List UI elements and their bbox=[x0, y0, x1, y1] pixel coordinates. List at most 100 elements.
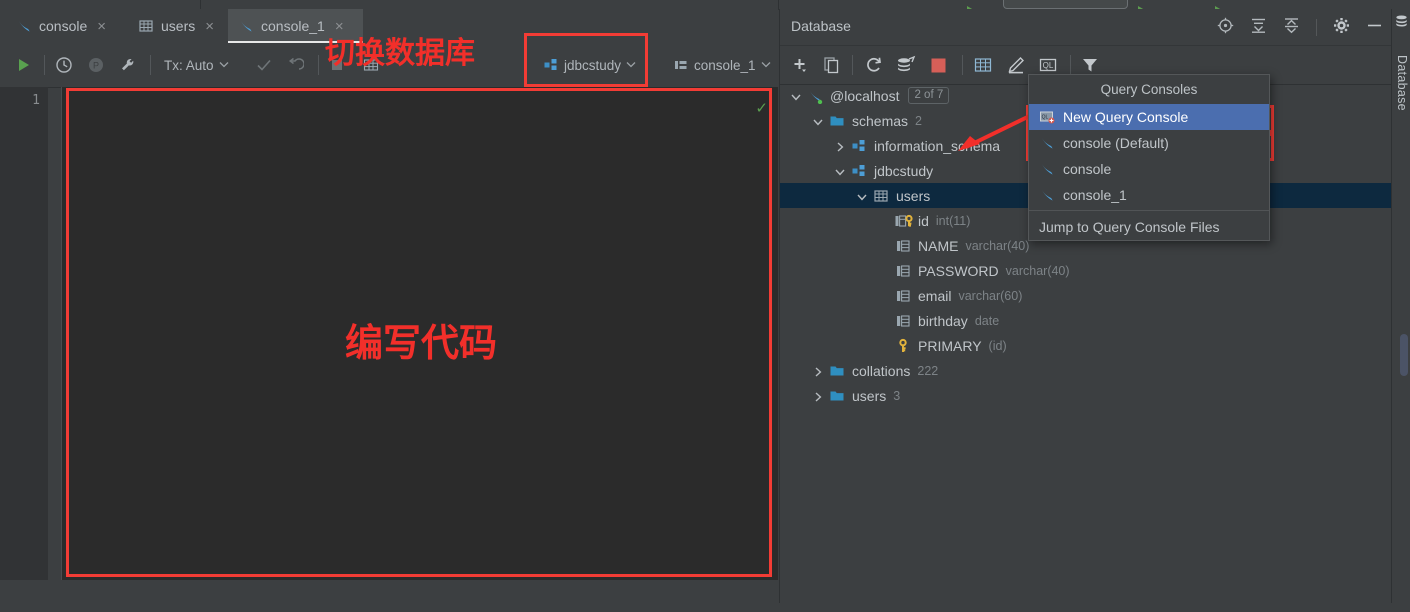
editor-tab-console[interactable]: console × bbox=[6, 9, 123, 43]
run-button[interactable] bbox=[13, 53, 33, 77]
divider bbox=[318, 55, 319, 75]
svg-text:QL: QL bbox=[1043, 61, 1054, 70]
divider bbox=[852, 55, 853, 75]
filter-icon[interactable] bbox=[1080, 54, 1100, 76]
tree-row-label: id bbox=[918, 212, 929, 229]
tree-row[interactable]: email varchar(60) bbox=[780, 283, 1393, 308]
add-icon[interactable] bbox=[790, 54, 810, 76]
switch-database-label: 切换数据库 bbox=[325, 36, 475, 71]
query-console-icon bbox=[1039, 135, 1055, 151]
tree-row-label: schemas bbox=[852, 112, 909, 129]
tab-label: users bbox=[161, 18, 196, 34]
hide-icon[interactable] bbox=[1366, 17, 1383, 37]
primary-column-icon bbox=[895, 213, 913, 229]
editor-tab-users[interactable]: users × bbox=[128, 9, 225, 43]
tree-row-meta: varchar(40) bbox=[965, 238, 1030, 253]
menu-item-console-1[interactable]: console_1 bbox=[1029, 182, 1269, 208]
tab-label: console bbox=[39, 18, 88, 34]
tree-row-label: information_schema bbox=[874, 137, 1001, 154]
menu-divider bbox=[1029, 210, 1269, 211]
top-search-field[interactable] bbox=[1003, 0, 1128, 9]
tree-row-label: collations bbox=[852, 362, 911, 379]
right-tool-window-label[interactable]: Database bbox=[1393, 55, 1409, 111]
schema-selector-label: jdbcstudy bbox=[564, 57, 622, 73]
vertical-scrollbar-thumb[interactable] bbox=[1400, 334, 1408, 376]
chevron-right-icon[interactable] bbox=[812, 390, 824, 402]
tree-row[interactable]: PASSWORD varchar(40) bbox=[780, 258, 1393, 283]
chevron-down-icon[interactable] bbox=[812, 115, 824, 127]
history-button[interactable] bbox=[54, 53, 74, 77]
inspection-ok-icon[interactable]: ✓ bbox=[755, 99, 768, 117]
console-file-icon bbox=[673, 57, 689, 73]
chevron-right-icon[interactable] bbox=[812, 365, 824, 377]
expand-all-icon[interactable] bbox=[1250, 17, 1267, 37]
data-source-properties-button[interactable] bbox=[118, 53, 138, 77]
console-selector-dropdown[interactable]: console_1 bbox=[673, 53, 771, 77]
tree-row-meta: date bbox=[974, 313, 1000, 328]
menu-item-label: Jump to Query Console Files bbox=[1039, 218, 1220, 235]
tree-row-label: @localhost bbox=[830, 87, 900, 104]
folder-icon bbox=[829, 113, 845, 129]
ide-window: console × users × console_1 × P Tx: Auto… bbox=[0, 0, 1410, 612]
divider bbox=[44, 55, 45, 75]
tab-close-icon[interactable]: × bbox=[205, 19, 214, 34]
query-console-icon[interactable]: QL bbox=[1038, 54, 1058, 76]
column-icon bbox=[895, 313, 911, 329]
tx-mode-dropdown[interactable]: Tx: Auto bbox=[164, 53, 229, 77]
tree-row[interactable]: collations 222 bbox=[780, 358, 1393, 383]
settings-gear-icon[interactable] bbox=[1333, 17, 1350, 37]
popup-title: Query Consoles bbox=[1100, 82, 1198, 97]
menu-item-new-query-console[interactable]: QL New Query Console bbox=[1029, 104, 1269, 130]
tree-row-label: NAME bbox=[918, 237, 959, 254]
editor-gutter: 1 bbox=[0, 87, 48, 603]
tree-row-meta: 2 bbox=[915, 113, 922, 128]
menu-item-label: console bbox=[1063, 161, 1112, 177]
editor-pane: console × users × console_1 × P Tx: Auto… bbox=[0, 9, 778, 612]
table-editor-icon[interactable] bbox=[973, 54, 993, 76]
chevron-down-icon[interactable] bbox=[834, 165, 846, 177]
menu-item-jump-to-files[interactable]: Jump to Query Console Files bbox=[1029, 213, 1269, 240]
collapse-all-icon[interactable] bbox=[1283, 17, 1300, 37]
schema-icon bbox=[851, 138, 867, 154]
chevron-down-icon[interactable] bbox=[790, 90, 802, 102]
modify-icon[interactable] bbox=[1006, 54, 1026, 76]
tree-row-meta: 222 bbox=[917, 363, 939, 378]
database-icon bbox=[1395, 15, 1408, 32]
tree-row[interactable]: PRIMARY (id) bbox=[780, 333, 1393, 358]
schema-icon bbox=[851, 163, 867, 179]
tree-row[interactable]: users 3 bbox=[780, 383, 1393, 408]
run-glyph-icon bbox=[966, 1, 973, 13]
query-console-icon bbox=[238, 18, 254, 34]
query-console-icon bbox=[16, 18, 32, 34]
svg-text:QL: QL bbox=[1042, 115, 1049, 121]
write-code-label: 编写代码 bbox=[345, 321, 498, 365]
divider bbox=[1316, 18, 1317, 36]
menu-item-console[interactable]: console bbox=[1029, 156, 1269, 182]
svg-text:P: P bbox=[93, 61, 99, 71]
chevron-right-icon[interactable] bbox=[834, 140, 846, 152]
run-glyph-icon bbox=[1214, 1, 1221, 13]
tree-row[interactable]: birthday date bbox=[780, 308, 1393, 333]
column-icon bbox=[895, 288, 911, 304]
chevron-down-icon[interactable] bbox=[856, 190, 868, 202]
chevron-placeholder bbox=[878, 290, 890, 302]
chevron-placeholder bbox=[878, 215, 890, 227]
tab-close-icon[interactable]: × bbox=[97, 19, 106, 34]
chevron-placeholder bbox=[878, 315, 890, 327]
tree-row-label: jdbcstudy bbox=[874, 162, 934, 179]
duplicate-icon[interactable] bbox=[822, 54, 842, 76]
console-selector-label: console_1 bbox=[694, 57, 756, 73]
locate-icon[interactable] bbox=[1217, 17, 1234, 37]
run-glyph-icon bbox=[1137, 1, 1144, 13]
pending-button: P bbox=[86, 53, 106, 77]
editor-bottom-strip bbox=[0, 580, 778, 612]
sync-icon[interactable] bbox=[896, 54, 916, 76]
menu-item-console-default[interactable]: console (Default) bbox=[1029, 130, 1269, 156]
schema-selector-dropdown[interactable]: jdbcstudy bbox=[543, 53, 636, 77]
tree-row-meta: varchar(40) bbox=[1005, 263, 1070, 278]
chevron-placeholder bbox=[878, 240, 890, 252]
divider bbox=[150, 55, 151, 75]
divider bbox=[1070, 55, 1071, 75]
refresh-icon[interactable] bbox=[864, 54, 884, 76]
folder-icon bbox=[829, 388, 845, 404]
